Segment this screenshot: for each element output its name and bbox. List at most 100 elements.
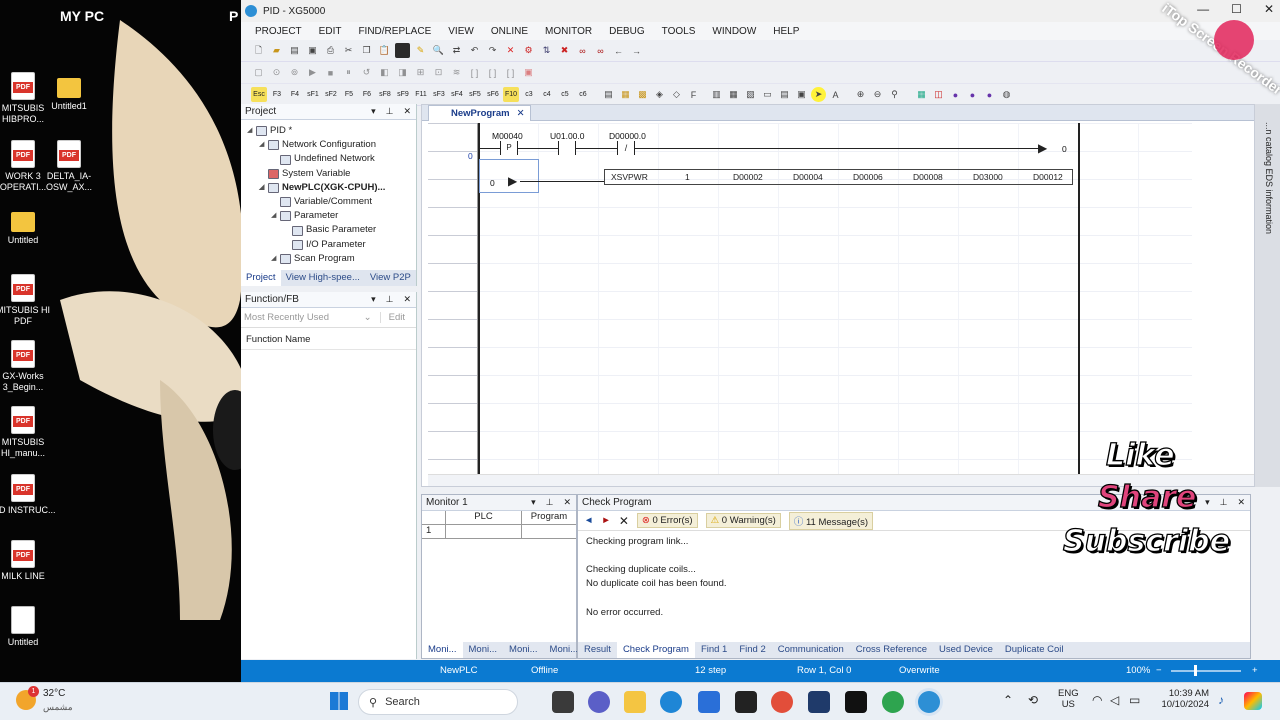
monitor-pause-icon[interactable]: ●: [965, 87, 980, 102]
paste-icon[interactable]: 📋: [377, 43, 392, 58]
fb-icon[interactable]: c3: [521, 87, 537, 102]
wifi-icon[interactable]: ◠: [1092, 693, 1102, 707]
zoom-out-icon[interactable]: ⊖: [870, 87, 885, 102]
volume-icon[interactable]: ◁: [1110, 693, 1119, 707]
undo-icon[interactable]: ↶: [467, 43, 482, 58]
neg-coil-icon[interactable]: sF6: [485, 87, 501, 102]
edge-icon[interactable]: [660, 691, 682, 713]
windows-start-icon[interactable]: [330, 692, 348, 710]
tab-new-program[interactable]: NewProgram ✕: [428, 105, 531, 121]
desktop-icon[interactable]: Untitled1: [34, 72, 104, 112]
pin-icon[interactable]: ⊥: [1220, 497, 1228, 508]
bracket-icon-3[interactable]: [ ]: [503, 65, 518, 80]
tree-item[interactable]: Variable/Comment: [247, 195, 416, 209]
tab-cross-reference[interactable]: Cross Reference: [850, 642, 933, 658]
doc-icon[interactable]: ▣: [794, 87, 809, 102]
contact-no-icon[interactable]: F3: [269, 87, 285, 102]
zoom-icon-a[interactable]: ◈: [652, 87, 667, 102]
comment-icon[interactable]: ✎: [413, 43, 428, 58]
pointer-icon[interactable]: ➤: [811, 87, 826, 102]
network-icon[interactable]: ⚙: [521, 43, 536, 58]
recorder-taskbar-icon[interactable]: [735, 691, 757, 713]
menu-view[interactable]: VIEW: [448, 26, 474, 37]
cut-icon[interactable]: ✂: [341, 43, 356, 58]
font-icon[interactable]: F: [686, 87, 701, 102]
stop-icon[interactable]: ■: [323, 65, 338, 80]
menu-monitor[interactable]: MONITOR: [545, 26, 592, 37]
tab-result[interactable]: Result: [578, 642, 617, 658]
recent-dropdown[interactable]: Most Recently Used: [244, 312, 364, 323]
pulse-coil-icon[interactable]: sF5: [467, 87, 483, 102]
pin-icon[interactable]: ⊥: [386, 106, 394, 117]
delete-icon[interactable]: ✕: [503, 43, 518, 58]
vline-icon[interactable]: F6: [359, 87, 375, 102]
nc-contact[interactable]: /: [617, 141, 635, 155]
menu-tools[interactable]: TOOLS: [662, 26, 696, 37]
trend-icon[interactable]: ≋: [449, 65, 464, 80]
select-mode-icon[interactable]: Esc: [251, 87, 267, 102]
clear-icon[interactable]: ✕: [619, 514, 629, 528]
open-icon[interactable]: ▤: [287, 43, 302, 58]
close-icon[interactable]: ✕: [563, 497, 571, 508]
desktop-icon[interactable]: MILK LINE: [0, 540, 58, 582]
text-a-icon[interactable]: A: [828, 87, 843, 102]
desktop-icon[interactable]: Untitled: [0, 606, 58, 648]
table-icon-3[interactable]: ▧: [743, 87, 758, 102]
replace-icon[interactable]: ⇄: [449, 43, 464, 58]
new-file-icon[interactable]: 🗋: [251, 43, 266, 58]
desktop-icon[interactable]: DELTA_IA-OSW_AX...: [34, 140, 104, 193]
no-contact[interactable]: [558, 141, 576, 155]
tree-item[interactable]: ◢ NewPLC(XGK-CPUH)...: [247, 181, 416, 195]
mode-icon[interactable]: ◧: [377, 65, 392, 80]
store-icon[interactable]: [698, 691, 720, 713]
tab-project[interactable]: Project: [241, 270, 281, 286]
desktop-icon[interactable]: Untitled: [0, 206, 58, 246]
connect-icon[interactable]: ⇅: [539, 43, 554, 58]
tab-view-p2p[interactable]: View P2P: [365, 270, 416, 286]
zoom-in-icon[interactable]: ⊕: [853, 87, 868, 102]
clock[interactable]: 10:39 AM 10/10/2024: [1157, 688, 1209, 710]
zoom-in-button[interactable]: +: [1252, 665, 1258, 676]
mem-icon[interactable]: ▣: [521, 65, 536, 80]
battery-icon[interactable]: ▭: [1129, 693, 1140, 707]
edit-button[interactable]: Edit: [379, 312, 413, 323]
copy-icon[interactable]: ❐: [359, 43, 374, 58]
reset-coil-icon[interactable]: sF4: [449, 87, 465, 102]
taskbar-search-box[interactable]: ⚲ Search: [358, 689, 518, 715]
coil-n-icon[interactable]: sF9: [395, 87, 411, 102]
dropdown-icon[interactable]: ▾: [371, 106, 376, 117]
close-icon[interactable]: ✕: [403, 294, 411, 305]
zoom-out-button[interactable]: −: [1156, 665, 1162, 676]
zoom-slider-thumb[interactable]: [1194, 665, 1197, 676]
find-icon[interactable]: 🔍: [431, 43, 446, 58]
tree-item[interactable]: ◢ Parameter: [247, 209, 416, 223]
bracket-icon[interactable]: [ ]: [467, 65, 482, 80]
pin-icon[interactable]: ⊥: [546, 497, 554, 508]
disconnect-icon[interactable]: ✖: [557, 43, 572, 58]
contact-n-icon[interactable]: sF2: [323, 87, 339, 102]
contact-nc-icon[interactable]: F4: [287, 87, 303, 102]
hline-icon[interactable]: F5: [341, 87, 357, 102]
function-icon[interactable]: F10: [503, 87, 519, 102]
table-icon-2[interactable]: ▦: [726, 87, 741, 102]
sync-icon[interactable]: ⟲: [1028, 693, 1038, 707]
write-icon[interactable]: ⊚: [287, 65, 302, 80]
errors-filter[interactable]: ⊗ 0 Error(s): [636, 513, 698, 528]
close-icon[interactable]: ✕: [403, 106, 411, 117]
inv-icon[interactable]: c5: [557, 87, 573, 102]
tab-view-high-speed[interactable]: View High-spee...: [281, 270, 365, 286]
tree-item[interactable]: ◢ Network Configuration: [247, 138, 416, 152]
tree-item[interactable]: System Variable: [247, 167, 416, 181]
online-icon[interactable]: ▢: [251, 65, 266, 80]
dropdown-icon[interactable]: ▾: [531, 497, 536, 508]
task-view-icon[interactable]: [552, 691, 574, 713]
pause-icon[interactable]: ⏸: [341, 65, 356, 80]
table-icon[interactable]: ▥: [709, 87, 724, 102]
file-explorer-icon[interactable]: [624, 691, 646, 713]
menu-debug[interactable]: DEBUG: [609, 26, 645, 37]
ladder-canvas[interactable]: 0 M00040 U01.00.0 D00000.0 P / ▶ 0 0 ▶ X…: [428, 123, 1192, 475]
dropdown-icon[interactable]: ▾: [371, 294, 376, 305]
app-icon-2[interactable]: [808, 691, 830, 713]
menu-project[interactable]: PROJECT: [255, 26, 302, 37]
menu-online[interactable]: ONLINE: [491, 26, 528, 37]
